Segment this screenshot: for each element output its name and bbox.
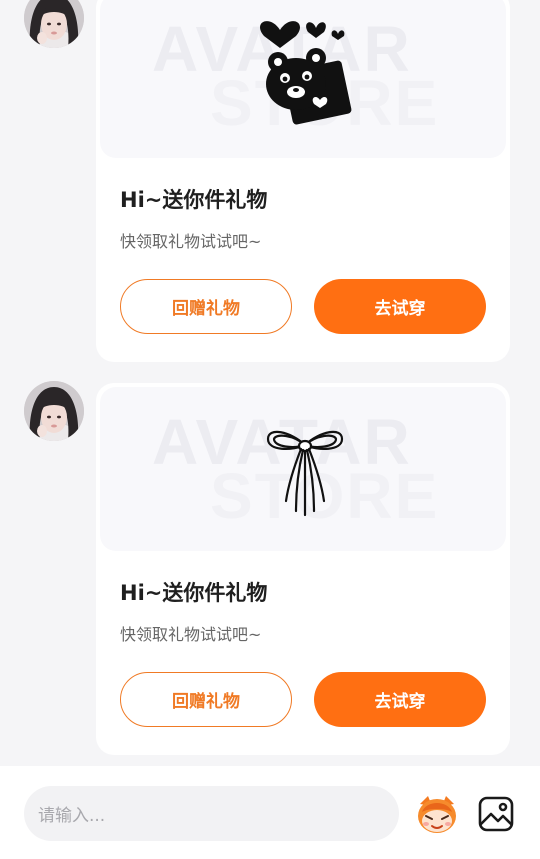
return-gift-button[interactable]: 回赠礼物 <box>120 279 292 334</box>
input-bar: 请输入... <box>0 766 540 859</box>
try-on-button[interactable]: 去试穿 <box>314 279 486 334</box>
mascot-sticker-icon[interactable] <box>414 792 460 836</box>
sender-avatar[interactable] <box>24 381 84 441</box>
message-input[interactable]: 请输入... <box>24 786 399 841</box>
sender-avatar[interactable] <box>24 0 84 48</box>
input-placeholder: 请输入... <box>38 806 106 826</box>
try-on-button[interactable]: 去试穿 <box>314 672 486 727</box>
gift-subtitle: 快领取礼物试试吧~ <box>120 625 262 644</box>
return-gift-button[interactable]: 回赠礼物 <box>120 672 292 727</box>
chat-history[interactable]: AVATAR STORE <box>0 0 540 766</box>
bear-with-hearts-icon <box>260 21 352 125</box>
gift-title: Hi~送你件礼物 <box>120 188 268 212</box>
gift-banner: AVATAR STORE <box>100 0 506 158</box>
ribbon-bow-icon <box>266 430 344 517</box>
gift-banner: AVATAR STORE <box>100 387 506 551</box>
gift-subtitle: 快领取礼物试试吧~ <box>120 232 262 251</box>
image-icon[interactable] <box>476 794 516 834</box>
gift-card: AVATAR STORE <box>96 0 510 362</box>
gift-title: Hi~送你件礼物 <box>120 581 268 605</box>
gift-card: AVATAR STORE Hi~送你件礼物 快领取礼物试试吧~ 回赠礼物 去试穿 <box>96 383 510 755</box>
